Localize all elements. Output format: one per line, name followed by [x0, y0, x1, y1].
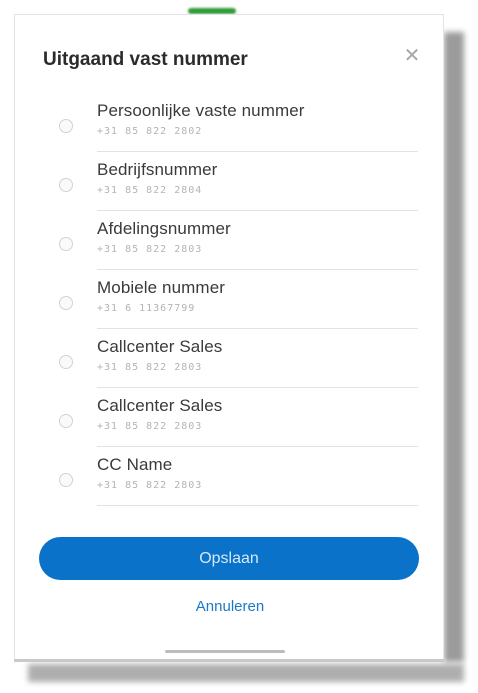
number-option[interactable]: Persoonlijke vaste nummer +31 85 822 280…: [15, 95, 443, 154]
divider: [97, 269, 418, 270]
radio-button[interactable]: [59, 355, 73, 369]
radio-button[interactable]: [59, 119, 73, 133]
option-number: +31 85 822 2803: [97, 244, 203, 255]
number-options-list: Persoonlijke vaste nummer +31 85 822 280…: [15, 95, 443, 508]
outgoing-number-dialog: Uitgaand vast nummer ✕ Persoonlijke vast…: [14, 14, 444, 662]
shadow-right: [444, 32, 464, 662]
divider: [97, 210, 418, 211]
option-number: +31 85 822 2803: [97, 480, 203, 491]
dialog-bottom-edge: [14, 659, 444, 662]
option-label: CC Name: [97, 455, 173, 474]
radio-button[interactable]: [59, 237, 73, 251]
number-option[interactable]: Afdelingsnummer +31 85 822 2803: [15, 213, 443, 272]
divider: [97, 505, 418, 506]
option-number: +31 85 822 2803: [97, 421, 203, 432]
option-number: +31 85 822 2803: [97, 362, 203, 373]
home-indicator: [165, 650, 285, 653]
number-option[interactable]: Bedrijfsnummer +31 85 822 2804: [15, 154, 443, 213]
shadow-bottom: [28, 664, 464, 682]
divider: [97, 151, 418, 152]
dialog-title: Uitgaand vast nummer: [43, 49, 248, 70]
radio-button[interactable]: [59, 178, 73, 192]
radio-button[interactable]: [59, 473, 73, 487]
divider: [97, 328, 418, 329]
cancel-link[interactable]: Annuleren: [15, 598, 445, 615]
option-label: Callcenter Sales: [97, 337, 223, 356]
option-number: +31 85 822 2802: [97, 126, 203, 137]
radio-button[interactable]: [59, 296, 73, 310]
save-button[interactable]: Opslaan: [39, 537, 419, 580]
radio-button[interactable]: [59, 414, 73, 428]
number-option[interactable]: Mobiele nummer +31 6 11367799: [15, 272, 443, 331]
option-number: +31 85 822 2804: [97, 185, 203, 196]
close-icon[interactable]: ✕: [401, 45, 423, 67]
number-option[interactable]: Callcenter Sales +31 85 822 2803: [15, 331, 443, 390]
number-option[interactable]: Callcenter Sales +31 85 822 2803: [15, 390, 443, 449]
option-label: Callcenter Sales: [97, 396, 223, 415]
number-option[interactable]: CC Name +31 85 822 2803: [15, 449, 443, 508]
option-label: Mobiele nummer: [97, 278, 226, 297]
option-label: Afdelingsnummer: [97, 219, 231, 238]
divider: [97, 387, 418, 388]
option-label: Persoonlijke vaste nummer: [97, 101, 305, 120]
divider: [97, 446, 418, 447]
option-label: Bedrijfsnummer: [97, 160, 218, 179]
option-number: +31 6 11367799: [97, 303, 196, 314]
